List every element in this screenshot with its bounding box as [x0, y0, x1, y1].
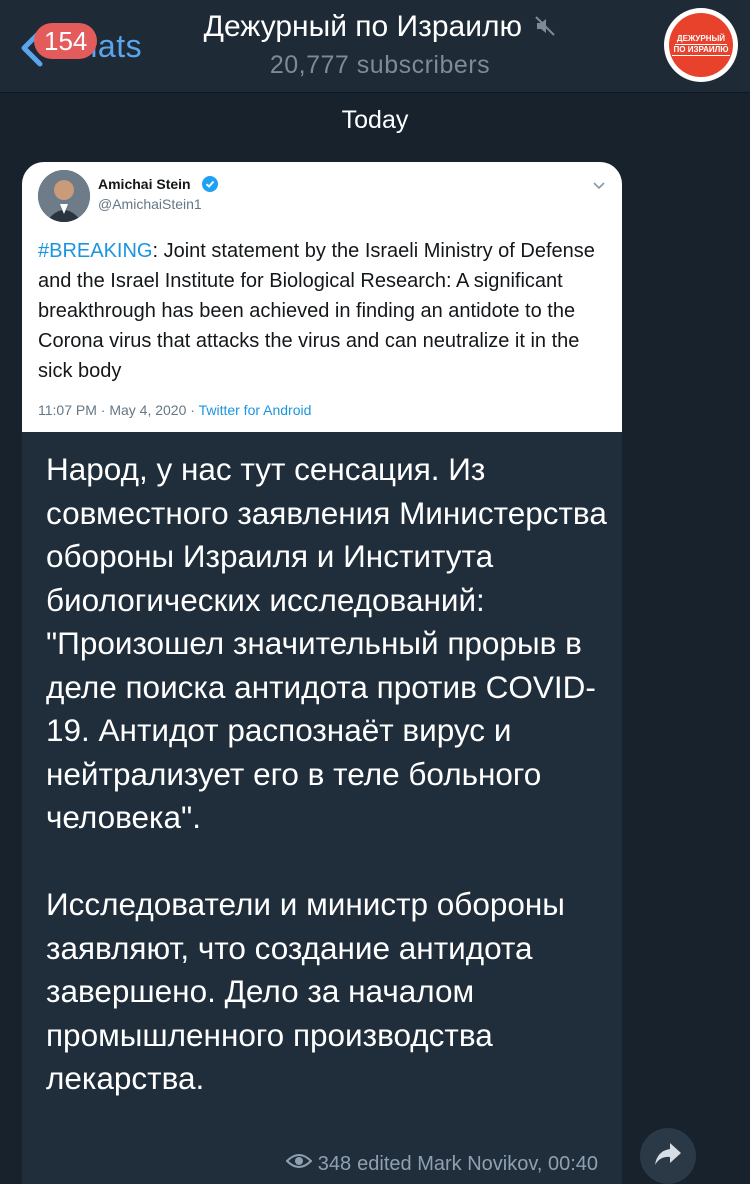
message-bubble[interactable]: Amichai Stein @AmichaiStein1 #BREAKING: …: [22, 162, 622, 1184]
tweet-embed-image[interactable]: Amichai Stein @AmichaiStein1 #BREAKING: …: [22, 162, 622, 432]
tweet-time: 11:07 PM · May 4, 2020 ·: [38, 402, 199, 418]
channel-title-row: Дежурный по Израилю: [160, 10, 600, 45]
channel-title: Дежурный по Израилю: [203, 10, 522, 43]
chevron-down-icon: [592, 178, 606, 196]
tweet-author-name: Amichai Stein: [98, 176, 191, 192]
logo-text-line1: ДЕЖУРНЫЙ: [674, 34, 728, 45]
tweet-hashtag: #BREAKING: [38, 240, 153, 262]
verified-badge-icon: [202, 176, 218, 197]
edited-info: edited Mark Novikov, 00:40: [357, 1152, 598, 1175]
tweet-meta: 11:07 PM · May 4, 2020 · Twitter for And…: [38, 402, 311, 418]
chat-header: Chats 154 Дежурный по Израилю 20,777 sub…: [0, 0, 750, 93]
tweet-author-avatar: [38, 170, 90, 222]
channel-logo: ДЕЖУРНЫЙ ПО ИЗРАИЛЮ: [669, 13, 733, 77]
muted-icon: [534, 11, 556, 45]
message-footer: 348 edited Mark Novikov, 00:40: [285, 1152, 598, 1176]
back-to-chats-button[interactable]: Chats 154: [12, 18, 152, 72]
share-button[interactable]: [640, 1128, 696, 1184]
tweet-text: #BREAKING: Joint statement by the Israel…: [38, 236, 608, 386]
tweet-source: Twitter for Android: [198, 402, 312, 418]
view-count: 348: [317, 1152, 352, 1175]
subscriber-count: 20,777 subscribers: [269, 51, 491, 80]
date-separator: Today: [341, 106, 409, 134]
channel-info[interactable]: Дежурный по Израилю 20,777 subscribers: [160, 10, 600, 80]
eye-icon: [285, 1152, 313, 1176]
channel-avatar[interactable]: ДЕЖУРНЫЙ ПО ИЗРАИЛЮ: [664, 8, 738, 82]
unread-count-badge: 154: [34, 23, 98, 59]
tweet-author-handle: @AmichaiStein1: [98, 196, 202, 212]
logo-text-line2: ПО ИЗРАИЛЮ: [671, 45, 731, 56]
message-text: Народ, у нас тут сенсация. Из совместног…: [46, 451, 607, 1096]
share-arrow-icon: [653, 1141, 683, 1172]
